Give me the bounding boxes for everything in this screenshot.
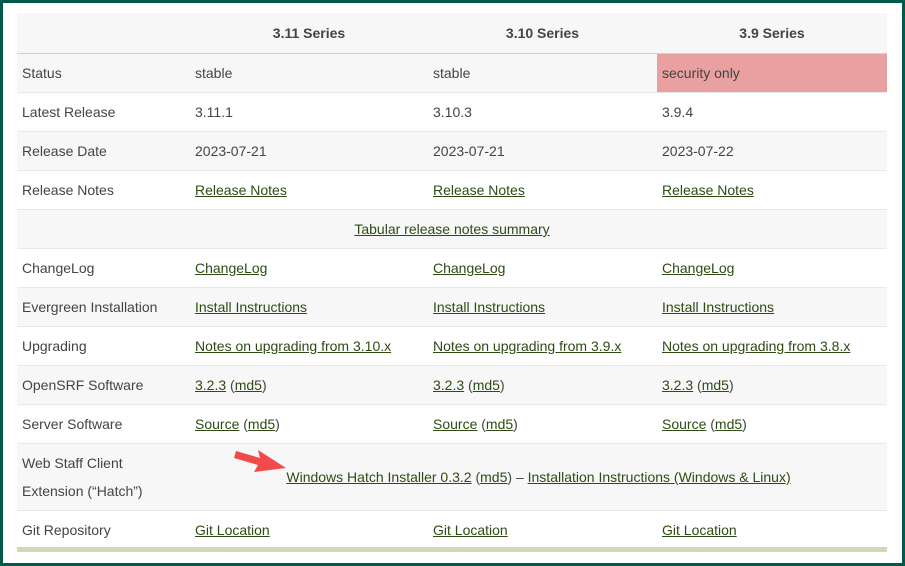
upgrade-notes-link-3-10[interactable]: Notes on upgrading from 3.9.x (433, 338, 621, 354)
hatch-md5-link[interactable]: md5 (480, 469, 507, 485)
red-arrow-icon (234, 450, 286, 472)
changelog-link-3-9[interactable]: ChangeLog (662, 260, 734, 276)
upgrade-notes-link-3-9[interactable]: Notes on upgrading from 3.8.x (662, 338, 850, 354)
date-3-9: 2023-07-22 (657, 131, 887, 171)
row-hatch: Web Staff Client Extension (“Hatch”) Win… (17, 443, 887, 511)
git-location-link-3-9[interactable]: Git Location (662, 522, 737, 538)
row-label: Latest Release (17, 92, 190, 132)
tabular-release-notes-summary-link[interactable]: Tabular release notes summary (354, 221, 549, 237)
hatch-label-line2: Extension (“Hatch”) (22, 483, 143, 499)
separator: – (515, 469, 524, 485)
release-notes-link-3-9[interactable]: Release Notes (662, 182, 754, 198)
date-3-11: 2023-07-21 (190, 131, 428, 171)
source-md5-link-3-10[interactable]: md5 (486, 416, 513, 432)
row-git-repository: Git Repository Git Location Git Location… (17, 510, 887, 549)
row-latest-release: Latest Release 3.11.1 3.10.3 3.9.4 (17, 92, 887, 132)
source-link-3-11[interactable]: Source (195, 416, 239, 432)
table-footer-bar (17, 547, 887, 552)
row-label: ChangeLog (17, 248, 190, 288)
row-release-notes: Release Notes Release Notes Release Note… (17, 170, 887, 210)
source-link-3-9[interactable]: Source (662, 416, 706, 432)
row-evergreen-installation: Evergreen Installation Install Instructi… (17, 287, 887, 327)
upgrade-notes-link-3-11[interactable]: Notes on upgrading from 3.10.x (195, 338, 391, 354)
row-label: OpenSRF Software (17, 365, 190, 405)
source-link-3-10[interactable]: Source (433, 416, 477, 432)
changelog-link-3-11[interactable]: ChangeLog (195, 260, 267, 276)
row-label: Server Software (17, 404, 190, 444)
latest-3-9: 3.9.4 (657, 92, 887, 132)
row-release-date: Release Date 2023-07-21 2023-07-21 2023-… (17, 131, 887, 171)
row-label: Evergreen Installation (17, 287, 190, 327)
hatch-label-line1: Web Staff Client (22, 455, 123, 471)
row-label: Git Repository (17, 510, 190, 549)
header-empty (17, 13, 190, 54)
header-row: 3.11 Series 3.10 Series 3.9 Series (17, 13, 887, 54)
opensrf-md5-link-3-11[interactable]: md5 (235, 377, 262, 393)
opensrf-link-3-9[interactable]: 3.2.3 (662, 377, 693, 393)
row-label: Upgrading (17, 326, 190, 366)
header-3-11-series: 3.11 Series (190, 13, 428, 54)
opensrf-link-3-10[interactable]: 3.2.3 (433, 377, 464, 393)
row-server-software: Server Software Source (md5) Source (md5… (17, 404, 887, 444)
status-3-10: stable (428, 53, 657, 93)
status-3-11: stable (190, 53, 428, 93)
release-table: 3.11 Series 3.10 Series 3.9 Series Statu… (17, 13, 887, 549)
row-label: Release Date (17, 131, 190, 171)
install-instructions-link-3-11[interactable]: Install Instructions (195, 299, 307, 315)
row-changelog: ChangeLog ChangeLog ChangeLog ChangeLog (17, 248, 887, 288)
git-location-link-3-10[interactable]: Git Location (433, 522, 508, 538)
install-instructions-link-3-10[interactable]: Install Instructions (433, 299, 545, 315)
hatch-installation-instructions-link[interactable]: Installation Instructions (Windows & Lin… (528, 469, 791, 485)
release-notes-link-3-10[interactable]: Release Notes (433, 182, 525, 198)
date-3-10: 2023-07-21 (428, 131, 657, 171)
git-location-link-3-11[interactable]: Git Location (195, 522, 270, 538)
source-md5-link-3-11[interactable]: md5 (248, 416, 275, 432)
row-upgrading: Upgrading Notes on upgrading from 3.10.x… (17, 326, 887, 366)
opensrf-link-3-11[interactable]: 3.2.3 (195, 377, 226, 393)
row-label: Release Notes (17, 170, 190, 210)
install-instructions-link-3-9[interactable]: Install Instructions (662, 299, 774, 315)
header-3-10-series: 3.10 Series (428, 13, 657, 54)
row-tabular-summary: Tabular release notes summary (17, 209, 887, 249)
row-label: Status (17, 53, 190, 93)
opensrf-md5-link-3-10[interactable]: md5 (473, 377, 500, 393)
opensrf-md5-link-3-9[interactable]: md5 (702, 377, 729, 393)
status-3-9-security-only: security only (657, 53, 887, 93)
row-opensrf-software: OpenSRF Software 3.2.3 (md5) 3.2.3 (md5)… (17, 365, 887, 405)
row-label: Web Staff Client Extension (“Hatch”) (17, 443, 190, 511)
row-status: Status stable stable security only (17, 53, 887, 93)
release-notes-link-3-11[interactable]: Release Notes (195, 182, 287, 198)
changelog-link-3-10[interactable]: ChangeLog (433, 260, 505, 276)
latest-3-10: 3.10.3 (428, 92, 657, 132)
windows-hatch-installer-link[interactable]: Windows Hatch Installer 0.3.2 (286, 469, 471, 485)
source-md5-link-3-9[interactable]: md5 (715, 416, 742, 432)
latest-3-11: 3.11.1 (190, 92, 428, 132)
header-3-9-series: 3.9 Series (657, 13, 887, 54)
